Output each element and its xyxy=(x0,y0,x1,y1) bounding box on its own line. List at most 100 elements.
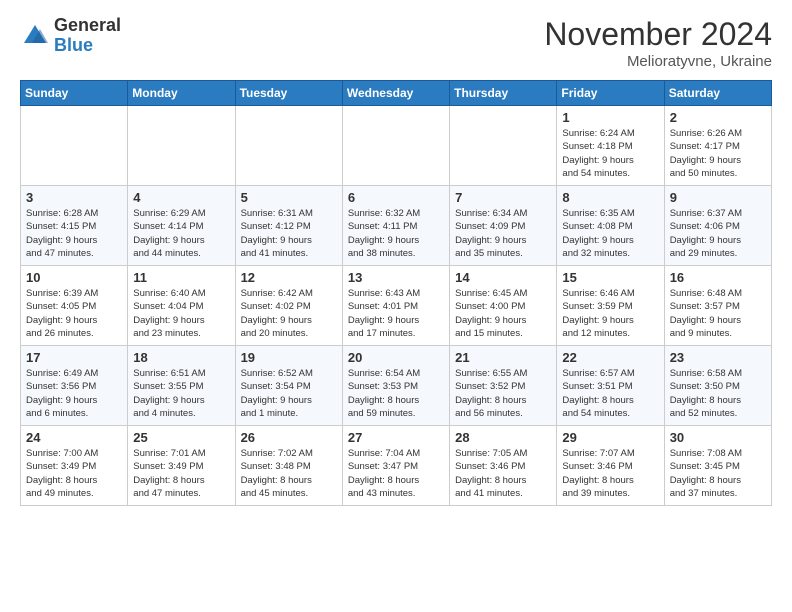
calendar-cell: 19 Sunrise: 6:52 AM Sunset: 3:54 PM Dayli… xyxy=(235,346,342,426)
day-number: 5 xyxy=(241,190,337,205)
week-row-3: 17 Sunrise: 6:49 AM Sunset: 3:56 PM Dayli… xyxy=(21,346,772,426)
week-row-2: 10 Sunrise: 6:39 AM Sunset: 4:05 PM Dayli… xyxy=(21,266,772,346)
day-info: Sunrise: 7:00 AM Sunset: 3:49 PM Dayligh… xyxy=(26,447,122,500)
day-info: Sunrise: 6:55 AM Sunset: 3:52 PM Dayligh… xyxy=(455,367,551,420)
day-info: Sunrise: 6:48 AM Sunset: 3:57 PM Dayligh… xyxy=(670,287,766,340)
day-number: 3 xyxy=(26,190,122,205)
calendar-cell: 28 Sunrise: 7:05 AM Sunset: 3:46 PM Dayli… xyxy=(450,426,557,506)
calendar-cell: 7Sunrise: 6:34 AM Sunset: 4:09 PM Daylig… xyxy=(450,186,557,266)
calendar-cell: 12 Sunrise: 6:42 AM Sunset: 4:02 PM Dayli… xyxy=(235,266,342,346)
day-info: Sunrise: 6:39 AM Sunset: 4:05 PM Dayligh… xyxy=(26,287,122,340)
calendar-cell: 27Sunrise: 7:04 AM Sunset: 3:47 PM Dayli… xyxy=(342,426,449,506)
day-info: Sunrise: 6:24 AM Sunset: 4:18 PM Dayligh… xyxy=(562,127,658,180)
calendar-cell: 10 Sunrise: 6:39 AM Sunset: 4:05 PM Dayli… xyxy=(21,266,128,346)
calendar-table: SundayMondayTuesdayWednesdayThursdayFrid… xyxy=(20,80,772,506)
calendar-cell: 18Sunrise: 6:51 AM Sunset: 3:55 PM Dayli… xyxy=(128,346,235,426)
day-info: Sunrise: 6:49 AM Sunset: 3:56 PM Dayligh… xyxy=(26,367,122,420)
day-info: Sunrise: 6:26 AM Sunset: 4:17 PM Dayligh… xyxy=(670,127,766,180)
calendar-cell xyxy=(342,106,449,186)
day-number: 25 xyxy=(133,430,229,445)
day-info: Sunrise: 6:28 AM Sunset: 4:15 PM Dayligh… xyxy=(26,207,122,260)
day-number: 10 xyxy=(26,270,122,285)
day-number: 12 xyxy=(241,270,337,285)
day-info: Sunrise: 7:08 AM Sunset: 3:45 PM Dayligh… xyxy=(670,447,766,500)
weekday-header-monday: Monday xyxy=(128,81,235,106)
day-info: Sunrise: 6:57 AM Sunset: 3:51 PM Dayligh… xyxy=(562,367,658,420)
day-info: Sunrise: 6:40 AM Sunset: 4:04 PM Dayligh… xyxy=(133,287,229,340)
calendar-cell: 30 Sunrise: 7:08 AM Sunset: 3:45 PM Dayli… xyxy=(664,426,771,506)
day-info: Sunrise: 6:46 AM Sunset: 3:59 PM Dayligh… xyxy=(562,287,658,340)
calendar-cell: 26 Sunrise: 7:02 AM Sunset: 3:48 PM Dayli… xyxy=(235,426,342,506)
calendar-cell xyxy=(21,106,128,186)
weekday-header-tuesday: Tuesday xyxy=(235,81,342,106)
day-number: 21 xyxy=(455,350,551,365)
day-number: 14 xyxy=(455,270,551,285)
calendar-cell: 14 Sunrise: 6:45 AM Sunset: 4:00 PM Dayli… xyxy=(450,266,557,346)
day-number: 17 xyxy=(26,350,122,365)
calendar-cell: 22 Sunrise: 6:57 AM Sunset: 3:51 PM Dayli… xyxy=(557,346,664,426)
day-number: 19 xyxy=(241,350,337,365)
calendar-cell: 13Sunrise: 6:43 AM Sunset: 4:01 PM Dayli… xyxy=(342,266,449,346)
calendar-cell: 16 Sunrise: 6:48 AM Sunset: 3:57 PM Dayli… xyxy=(664,266,771,346)
day-number: 16 xyxy=(670,270,766,285)
calendar-cell: 24 Sunrise: 7:00 AM Sunset: 3:49 PM Dayli… xyxy=(21,426,128,506)
day-number: 20 xyxy=(348,350,444,365)
logo-text: General Blue xyxy=(54,16,121,56)
day-number: 6 xyxy=(348,190,444,205)
day-info: Sunrise: 6:35 AM Sunset: 4:08 PM Dayligh… xyxy=(562,207,658,260)
calendar-cell xyxy=(450,106,557,186)
day-number: 24 xyxy=(26,430,122,445)
logo: General Blue xyxy=(20,16,121,56)
calendar-cell: 20 Sunrise: 6:54 AM Sunset: 3:53 PM Dayli… xyxy=(342,346,449,426)
day-number: 22 xyxy=(562,350,658,365)
day-info: Sunrise: 7:01 AM Sunset: 3:49 PM Dayligh… xyxy=(133,447,229,500)
title-block: November 2024 Melioratyvne, Ukraine xyxy=(544,16,772,70)
day-number: 1 xyxy=(562,110,658,125)
day-number: 4 xyxy=(133,190,229,205)
day-number: 23 xyxy=(670,350,766,365)
week-row-1: 3 Sunrise: 6:28 AM Sunset: 4:15 PM Daylig… xyxy=(21,186,772,266)
calendar-cell: 4Sunrise: 6:29 AM Sunset: 4:14 PM Daylig… xyxy=(128,186,235,266)
logo-icon xyxy=(20,21,50,51)
day-info: Sunrise: 6:52 AM Sunset: 3:54 PM Dayligh… xyxy=(241,367,337,420)
calendar-cell: 23 Sunrise: 6:58 AM Sunset: 3:50 PM Dayli… xyxy=(664,346,771,426)
weekday-header-wednesday: Wednesday xyxy=(342,81,449,106)
day-number: 8 xyxy=(562,190,658,205)
calendar-cell: 11Sunrise: 6:40 AM Sunset: 4:04 PM Dayli… xyxy=(128,266,235,346)
day-number: 28 xyxy=(455,430,551,445)
calendar-cell: 3 Sunrise: 6:28 AM Sunset: 4:15 PM Daylig… xyxy=(21,186,128,266)
calendar-cell xyxy=(235,106,342,186)
day-info: Sunrise: 6:58 AM Sunset: 3:50 PM Dayligh… xyxy=(670,367,766,420)
month-title: November 2024 xyxy=(544,16,772,53)
weekday-header-friday: Friday xyxy=(557,81,664,106)
week-row-0: 1 Sunrise: 6:24 AM Sunset: 4:18 PM Daylig… xyxy=(21,106,772,186)
day-info: Sunrise: 7:05 AM Sunset: 3:46 PM Dayligh… xyxy=(455,447,551,500)
calendar-cell: 21 Sunrise: 6:55 AM Sunset: 3:52 PM Dayli… xyxy=(450,346,557,426)
calendar-cell: 8 Sunrise: 6:35 AM Sunset: 4:08 PM Daylig… xyxy=(557,186,664,266)
calendar-cell: 15Sunrise: 6:46 AM Sunset: 3:59 PM Dayli… xyxy=(557,266,664,346)
day-number: 26 xyxy=(241,430,337,445)
day-info: Sunrise: 6:37 AM Sunset: 4:06 PM Dayligh… xyxy=(670,207,766,260)
day-info: Sunrise: 7:02 AM Sunset: 3:48 PM Dayligh… xyxy=(241,447,337,500)
calendar-cell: 25 Sunrise: 7:01 AM Sunset: 3:49 PM Dayli… xyxy=(128,426,235,506)
day-number: 2 xyxy=(670,110,766,125)
day-info: Sunrise: 6:54 AM Sunset: 3:53 PM Dayligh… xyxy=(348,367,444,420)
day-info: Sunrise: 6:31 AM Sunset: 4:12 PM Dayligh… xyxy=(241,207,337,260)
day-info: Sunrise: 6:43 AM Sunset: 4:01 PM Dayligh… xyxy=(348,287,444,340)
day-info: Sunrise: 6:32 AM Sunset: 4:11 PM Dayligh… xyxy=(348,207,444,260)
logo-blue: Blue xyxy=(54,35,93,55)
calendar-cell: 17 Sunrise: 6:49 AM Sunset: 3:56 PM Dayli… xyxy=(21,346,128,426)
day-number: 27 xyxy=(348,430,444,445)
day-number: 29 xyxy=(562,430,658,445)
day-info: Sunrise: 6:42 AM Sunset: 4:02 PM Dayligh… xyxy=(241,287,337,340)
day-info: Sunrise: 6:34 AM Sunset: 4:09 PM Dayligh… xyxy=(455,207,551,260)
day-number: 30 xyxy=(670,430,766,445)
week-row-4: 24 Sunrise: 7:00 AM Sunset: 3:49 PM Dayli… xyxy=(21,426,772,506)
calendar-cell xyxy=(128,106,235,186)
day-info: Sunrise: 6:45 AM Sunset: 4:00 PM Dayligh… xyxy=(455,287,551,340)
weekday-header-thursday: Thursday xyxy=(450,81,557,106)
calendar-cell: 2 Sunrise: 6:26 AM Sunset: 4:17 PM Daylig… xyxy=(664,106,771,186)
location: Melioratyvne, Ukraine xyxy=(544,53,772,70)
weekday-header-sunday: Sunday xyxy=(21,81,128,106)
page: General Blue November 2024 Melioratyvne,… xyxy=(0,0,792,612)
